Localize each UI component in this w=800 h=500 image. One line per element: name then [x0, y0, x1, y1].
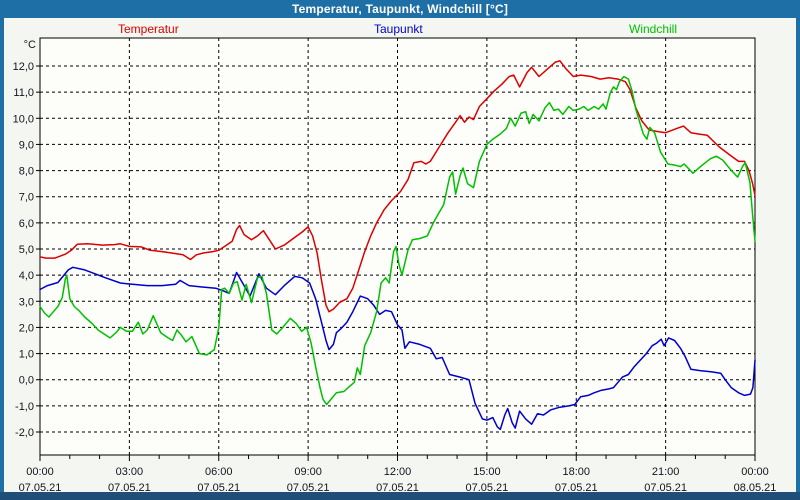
y-tick-label: 10,0: [13, 113, 34, 125]
x-tick-time-label: 21:00: [652, 466, 680, 478]
x-tick-time-label: 09:00: [294, 466, 322, 478]
x-tick-time-label: 18:00: [562, 466, 590, 478]
y-tick-label: 6,0: [19, 218, 34, 230]
x-tick-time-label: 12:00: [384, 466, 412, 478]
chart-plot-area: °C 12,0 11,0 10,0 9,0 8,0 7,0 6,0 5,0 4,0 3,0 2,0 1,…: [13, 37, 776, 494]
window-border-bottom: [0, 492, 800, 500]
y-tick-label: 5,0: [19, 244, 34, 256]
y-tick-label: 4,0: [19, 270, 34, 282]
y-tick-label: 3,0: [19, 296, 34, 308]
x-tick-time-label: 06:00: [205, 466, 233, 478]
y-tick-label: 2,0: [19, 322, 34, 334]
window-border-right: [796, 18, 800, 500]
x-tick-time-label: 00:00: [741, 466, 769, 478]
chart-window: Temperatur, Taupunkt, Windchill [°C] Tem…: [0, 0, 800, 500]
y-axis-unit-label: °C: [24, 39, 36, 51]
y-tick-label: 11,0: [13, 87, 34, 99]
x-tick-time-label: 00:00: [26, 466, 54, 478]
y-tick-label: 12,0: [13, 61, 34, 73]
y-tick-label: -2,0: [15, 427, 34, 439]
y-tick-label: 8,0: [19, 166, 34, 178]
y-tick-label: 9,0: [19, 139, 34, 151]
x-tick-time-label: 03:00: [116, 466, 144, 478]
y-tick-label: 0,0: [19, 375, 34, 387]
y-tick-label: 7,0: [19, 192, 34, 204]
y-tick-label: 1,0: [19, 349, 34, 361]
window-border-left: [0, 18, 4, 500]
x-tick-time-label: 15:00: [473, 466, 501, 478]
y-tick-label: -1,0: [15, 401, 34, 413]
